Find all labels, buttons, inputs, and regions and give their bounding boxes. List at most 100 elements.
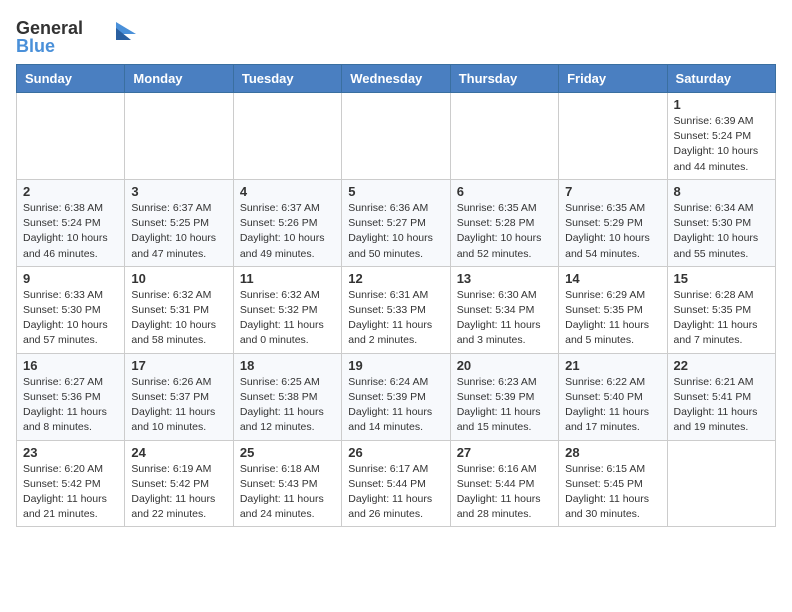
- calendar-cell: 20 Sunrise: 6:23 AMSunset: 5:39 PMDayligh…: [450, 353, 558, 440]
- calendar-cell: 22 Sunrise: 6:21 AMSunset: 5:41 PMDayligh…: [667, 353, 775, 440]
- day-info: Sunrise: 6:20 AMSunset: 5:42 PMDaylight:…: [23, 462, 118, 523]
- calendar-cell: [233, 93, 341, 180]
- day-info: Sunrise: 6:23 AMSunset: 5:39 PMDaylight:…: [457, 375, 552, 436]
- calendar-cell: 26 Sunrise: 6:17 AMSunset: 5:44 PMDayligh…: [342, 440, 450, 527]
- day-info: Sunrise: 6:18 AMSunset: 5:43 PMDaylight:…: [240, 462, 335, 523]
- day-number: 6: [457, 184, 552, 199]
- calendar-week-row: 1 Sunrise: 6:39 AMSunset: 5:24 PMDaylight…: [17, 93, 776, 180]
- day-number: 7: [565, 184, 660, 199]
- day-info: Sunrise: 6:32 AMSunset: 5:32 PMDaylight:…: [240, 288, 335, 349]
- logo-svg: GeneralBlue: [16, 16, 146, 56]
- calendar-cell: 18 Sunrise: 6:25 AMSunset: 5:38 PMDayligh…: [233, 353, 341, 440]
- calendar-cell: [450, 93, 558, 180]
- calendar-cell: 7 Sunrise: 6:35 AMSunset: 5:29 PMDaylight…: [559, 179, 667, 266]
- day-info: Sunrise: 6:22 AMSunset: 5:40 PMDaylight:…: [565, 375, 660, 436]
- calendar-cell: [667, 440, 775, 527]
- calendar-cell: 16 Sunrise: 6:27 AMSunset: 5:36 PMDayligh…: [17, 353, 125, 440]
- calendar-cell: 17 Sunrise: 6:26 AMSunset: 5:37 PMDayligh…: [125, 353, 233, 440]
- day-number: 12: [348, 271, 443, 286]
- day-info: Sunrise: 6:24 AMSunset: 5:39 PMDaylight:…: [348, 375, 443, 436]
- day-number: 28: [565, 445, 660, 460]
- day-number: 17: [131, 358, 226, 373]
- day-info: Sunrise: 6:27 AMSunset: 5:36 PMDaylight:…: [23, 375, 118, 436]
- weekday-header-tuesday: Tuesday: [233, 65, 341, 93]
- day-number: 19: [348, 358, 443, 373]
- calendar-cell: 11 Sunrise: 6:32 AMSunset: 5:32 PMDayligh…: [233, 266, 341, 353]
- day-info: Sunrise: 6:39 AMSunset: 5:24 PMDaylight:…: [674, 114, 769, 175]
- day-number: 16: [23, 358, 118, 373]
- day-number: 21: [565, 358, 660, 373]
- calendar-cell: 25 Sunrise: 6:18 AMSunset: 5:43 PMDayligh…: [233, 440, 341, 527]
- day-number: 25: [240, 445, 335, 460]
- calendar-cell: 24 Sunrise: 6:19 AMSunset: 5:42 PMDayligh…: [125, 440, 233, 527]
- day-number: 9: [23, 271, 118, 286]
- day-info: Sunrise: 6:37 AMSunset: 5:26 PMDaylight:…: [240, 201, 335, 262]
- calendar-week-row: 23Sunrise: 6:20 AMSunset: 5:42 PMDayligh…: [17, 440, 776, 527]
- weekday-header-saturday: Saturday: [667, 65, 775, 93]
- calendar-cell: 28 Sunrise: 6:15 AMSunset: 5:45 PMDayligh…: [559, 440, 667, 527]
- calendar-cell: [559, 93, 667, 180]
- day-info: Sunrise: 6:29 AMSunset: 5:35 PMDaylight:…: [565, 288, 660, 349]
- day-number: 8: [674, 184, 769, 199]
- day-number: 26: [348, 445, 443, 460]
- calendar-cell: 19 Sunrise: 6:24 AMSunset: 5:39 PMDayligh…: [342, 353, 450, 440]
- day-number: 18: [240, 358, 335, 373]
- day-number: 27: [457, 445, 552, 460]
- day-info: Sunrise: 6:31 AMSunset: 5:33 PMDaylight:…: [348, 288, 443, 349]
- weekday-header-monday: Monday: [125, 65, 233, 93]
- calendar-cell: 14 Sunrise: 6:29 AMSunset: 5:35 PMDayligh…: [559, 266, 667, 353]
- svg-text:General: General: [16, 18, 83, 38]
- day-info: Sunrise: 6:33 AMSunset: 5:30 PMDaylight:…: [23, 288, 118, 349]
- calendar-table: SundayMondayTuesdayWednesdayThursdayFrid…: [16, 64, 776, 527]
- logo: GeneralBlue: [16, 16, 146, 56]
- day-number: 4: [240, 184, 335, 199]
- calendar-week-row: 9 Sunrise: 6:33 AMSunset: 5:30 PMDaylight…: [17, 266, 776, 353]
- weekday-header-friday: Friday: [559, 65, 667, 93]
- day-number: 22: [674, 358, 769, 373]
- calendar-cell: [342, 93, 450, 180]
- calendar-cell: 3 Sunrise: 6:37 AMSunset: 5:25 PMDaylight…: [125, 179, 233, 266]
- weekday-header-row: SundayMondayTuesdayWednesdayThursdayFrid…: [17, 65, 776, 93]
- calendar-cell: 6 Sunrise: 6:35 AMSunset: 5:28 PMDaylight…: [450, 179, 558, 266]
- calendar-cell: 4 Sunrise: 6:37 AMSunset: 5:26 PMDaylight…: [233, 179, 341, 266]
- day-number: 5: [348, 184, 443, 199]
- calendar-cell: 9 Sunrise: 6:33 AMSunset: 5:30 PMDaylight…: [17, 266, 125, 353]
- weekday-header-thursday: Thursday: [450, 65, 558, 93]
- day-info: Sunrise: 6:16 AMSunset: 5:44 PMDaylight:…: [457, 462, 552, 523]
- day-number: 11: [240, 271, 335, 286]
- calendar-cell: [125, 93, 233, 180]
- day-info: Sunrise: 6:35 AMSunset: 5:28 PMDaylight:…: [457, 201, 552, 262]
- calendar-cell: 5 Sunrise: 6:36 AMSunset: 5:27 PMDaylight…: [342, 179, 450, 266]
- day-number: 1: [674, 97, 769, 112]
- day-number: 24: [131, 445, 226, 460]
- calendar-cell: 1 Sunrise: 6:39 AMSunset: 5:24 PMDaylight…: [667, 93, 775, 180]
- day-info: Sunrise: 6:32 AMSunset: 5:31 PMDaylight:…: [131, 288, 226, 349]
- day-number: 10: [131, 271, 226, 286]
- day-number: 20: [457, 358, 552, 373]
- calendar-cell: 8Sunrise: 6:34 AMSunset: 5:30 PMDaylight…: [667, 179, 775, 266]
- day-info: Sunrise: 6:25 AMSunset: 5:38 PMDaylight:…: [240, 375, 335, 436]
- day-number: 2: [23, 184, 118, 199]
- day-info: Sunrise: 6:30 AMSunset: 5:34 PMDaylight:…: [457, 288, 552, 349]
- weekday-header-sunday: Sunday: [17, 65, 125, 93]
- day-number: 14: [565, 271, 660, 286]
- day-info: Sunrise: 6:26 AMSunset: 5:37 PMDaylight:…: [131, 375, 226, 436]
- calendar-cell: 23Sunrise: 6:20 AMSunset: 5:42 PMDayligh…: [17, 440, 125, 527]
- day-info: Sunrise: 6:21 AMSunset: 5:41 PMDaylight:…: [674, 375, 769, 436]
- calendar-cell: 27 Sunrise: 6:16 AMSunset: 5:44 PMDayligh…: [450, 440, 558, 527]
- day-number: 3: [131, 184, 226, 199]
- day-info: Sunrise: 6:17 AMSunset: 5:44 PMDaylight:…: [348, 462, 443, 523]
- day-info: Sunrise: 6:19 AMSunset: 5:42 PMDaylight:…: [131, 462, 226, 523]
- day-info: Sunrise: 6:38 AMSunset: 5:24 PMDaylight:…: [23, 201, 118, 262]
- calendar-cell: 10 Sunrise: 6:32 AMSunset: 5:31 PMDayligh…: [125, 266, 233, 353]
- day-info: Sunrise: 6:37 AMSunset: 5:25 PMDaylight:…: [131, 201, 226, 262]
- weekday-header-wednesday: Wednesday: [342, 65, 450, 93]
- calendar-cell: 13 Sunrise: 6:30 AMSunset: 5:34 PMDayligh…: [450, 266, 558, 353]
- day-info: Sunrise: 6:15 AMSunset: 5:45 PMDaylight:…: [565, 462, 660, 523]
- calendar-cell: 15Sunrise: 6:28 AMSunset: 5:35 PMDayligh…: [667, 266, 775, 353]
- day-info: Sunrise: 6:35 AMSunset: 5:29 PMDaylight:…: [565, 201, 660, 262]
- svg-text:Blue: Blue: [16, 36, 55, 56]
- day-info: Sunrise: 6:36 AMSunset: 5:27 PMDaylight:…: [348, 201, 443, 262]
- day-number: 13: [457, 271, 552, 286]
- calendar-week-row: 2 Sunrise: 6:38 AMSunset: 5:24 PMDaylight…: [17, 179, 776, 266]
